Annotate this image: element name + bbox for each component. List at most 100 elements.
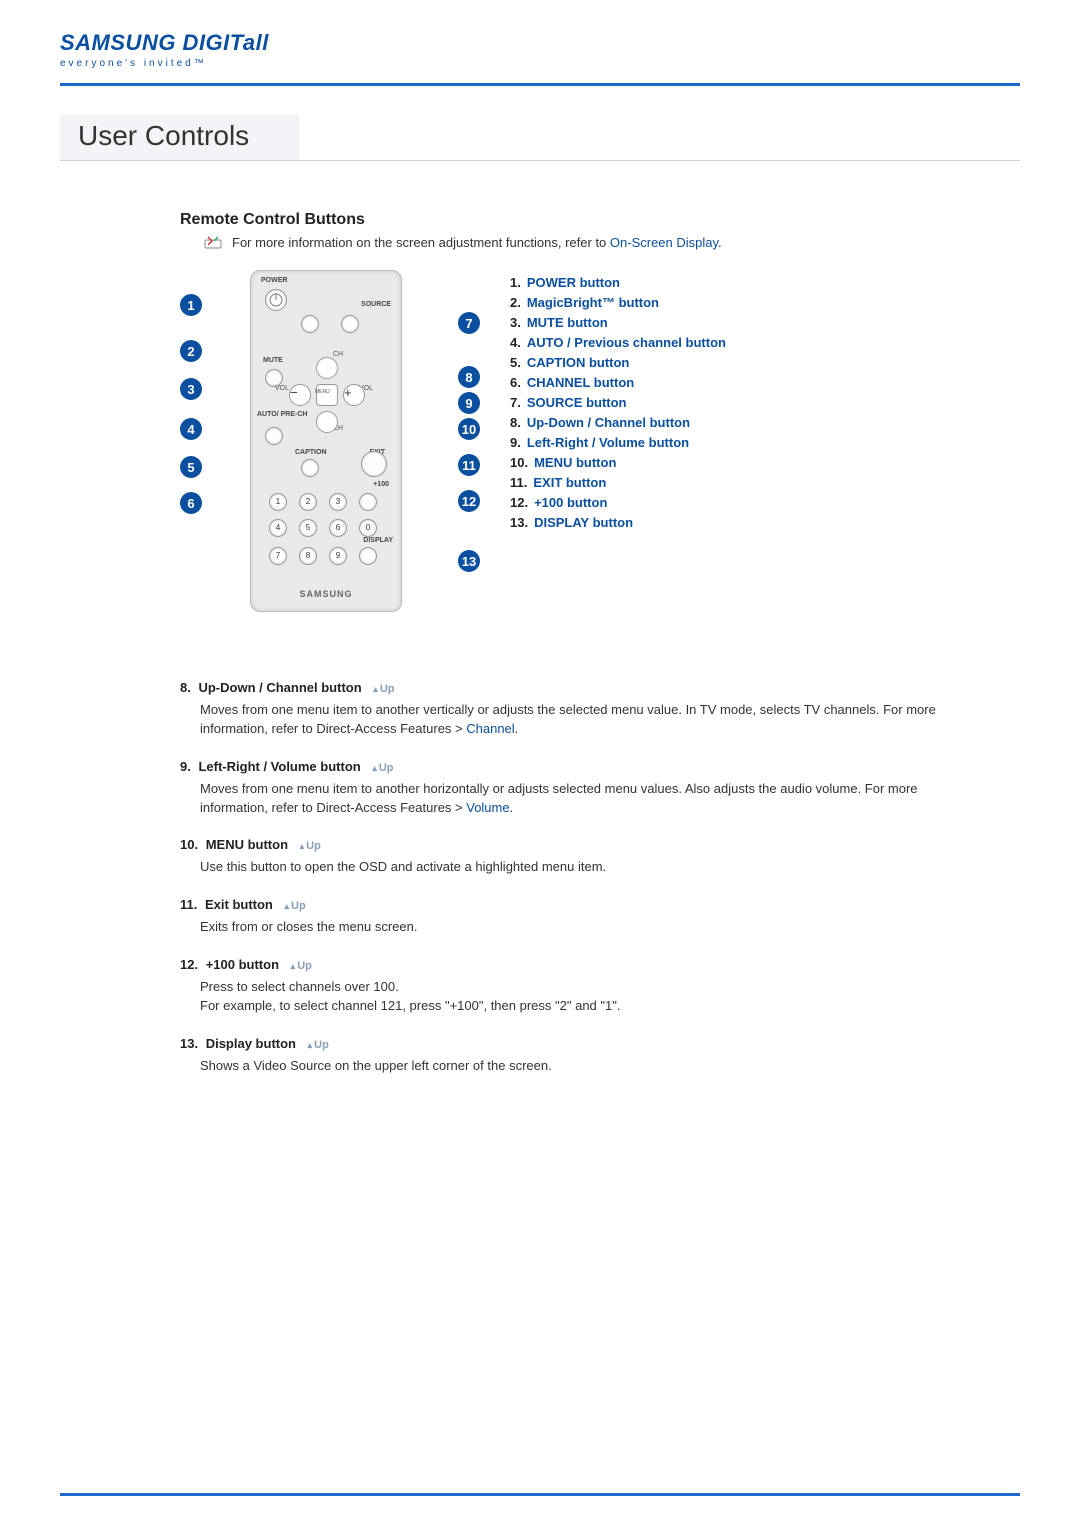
display-button-graphic <box>359 547 377 565</box>
desc-item-11: 11. Exit button Up Exits from or closes … <box>180 897 980 937</box>
auto-button-graphic <box>265 427 283 445</box>
page-title: User Controls <box>60 114 299 161</box>
page: SAMSUNG DIGITall everyone's invited™ Use… <box>0 0 1080 1528</box>
remote-illustration: 1 2 3 4 5 6 7 8 9 10 11 12 13 POWER SOUR… <box>180 270 480 620</box>
source-button-link[interactable]: SOURCE button <box>527 395 627 410</box>
plus100-button-link[interactable]: +100 button <box>534 495 607 510</box>
up-link[interactable]: Up <box>300 840 321 852</box>
desc-num: 13. <box>180 1036 198 1051</box>
desc-heading: 8. Up-Down / Channel button Up <box>180 680 980 695</box>
magicbright-button-graphic <box>301 315 319 333</box>
callout-13: 13 <box>458 550 480 572</box>
button-list-item: 13. DISPLAY button <box>510 515 726 530</box>
button-list-num: 8. <box>510 415 521 430</box>
callout-11: 11 <box>458 454 480 476</box>
info-note-text: For more information on the screen adjus… <box>232 235 722 250</box>
desc-item-10: 10. MENU button Up Use this button to op… <box>180 837 980 877</box>
numpad-8: 8 <box>299 547 317 565</box>
callout-3: 3 <box>180 378 202 400</box>
desc-num: 11. <box>180 897 197 912</box>
button-list-item: 9.Left-Right / Volume button <box>510 435 726 450</box>
desc-num: 10. <box>180 837 198 852</box>
dpad-right: + <box>343 384 365 406</box>
button-list-item: 2.MagicBright™ button <box>510 295 726 310</box>
mute-button-link[interactable]: MUTE button <box>527 315 608 330</box>
label-source: SOURCE <box>361 301 391 308</box>
button-list-num: 13. <box>510 515 528 530</box>
up-link[interactable]: Up <box>372 762 393 774</box>
display-button-link[interactable]: DISPLAY button <box>534 515 633 530</box>
info-note-after: . <box>718 235 722 250</box>
remote-body: POWER SOURCE MUTE CH VOL VOL CH − <box>250 270 402 612</box>
up-link[interactable]: Up <box>285 900 306 912</box>
callout-7: 7 <box>458 312 480 334</box>
desc-item-9: 9. Left-Right / Volume button Up Moves f… <box>180 759 980 818</box>
remote-brand-mark: SAMSUNG <box>251 589 401 599</box>
desc-num: 9. <box>180 759 191 774</box>
callout-2: 2 <box>180 340 202 362</box>
volume-link[interactable]: Volume <box>466 800 509 815</box>
button-list-num: 1. <box>510 275 521 290</box>
auto-button-link[interactable]: AUTO / Previous channel button <box>527 335 726 350</box>
desc-num: 12. <box>180 957 198 972</box>
magicbright-button-link[interactable]: MagicBright™ button <box>527 295 659 310</box>
info-icon <box>204 236 222 250</box>
button-list-num: 11. <box>510 475 527 490</box>
channel-button-link[interactable]: CHANNEL button <box>527 375 634 390</box>
dpad-up <box>316 357 338 379</box>
desc-body: Shows a Video Source on the upper left c… <box>200 1057 980 1076</box>
desc-title: MENU button <box>206 837 288 852</box>
leftright-button-link[interactable]: Left-Right / Volume button <box>527 435 689 450</box>
updown-button-link[interactable]: Up-Down / Channel button <box>527 415 690 430</box>
caption-button-link[interactable]: CAPTION button <box>527 355 630 370</box>
top-rule <box>60 83 1020 86</box>
desc-heading: 11. Exit button Up <box>180 897 980 912</box>
info-note-before: For more information on the screen adjus… <box>232 235 610 250</box>
label-power: POWER <box>261 277 287 284</box>
button-list-num: 7. <box>510 395 521 410</box>
desc-body: Press to select channels over 100. For e… <box>200 978 980 1016</box>
desc-num: 8. <box>180 680 191 695</box>
button-list-num: 4. <box>510 335 521 350</box>
callout-6: 6 <box>180 492 202 514</box>
desc-body-text: Shows a Video Source on the upper left c… <box>200 1058 552 1073</box>
label-ch-up: CH <box>333 351 343 358</box>
channel-link[interactable]: Channel <box>466 721 514 736</box>
label-auto: AUTO/ PRE-CH <box>257 411 307 418</box>
power-button-link[interactable]: POWER button <box>527 275 620 290</box>
label-mute: MUTE <box>263 357 283 364</box>
button-list-num: 10. <box>510 455 528 470</box>
button-list-item: 11. EXIT button <box>510 475 726 490</box>
up-link[interactable]: Up <box>373 683 394 695</box>
button-list-item: 12.+100 button <box>510 495 726 510</box>
desc-body-text: Press to select channels over 100. For e… <box>200 979 620 1013</box>
button-list-num: 3. <box>510 315 521 330</box>
numpad-3: 3 <box>329 493 347 511</box>
caption-button-graphic <box>301 459 319 477</box>
bottom-rule <box>60 1493 1020 1496</box>
dpad-down <box>316 411 338 433</box>
figure-row: 1 2 3 4 5 6 7 8 9 10 11 12 13 POWER SOUR… <box>180 270 980 620</box>
power-button-graphic <box>265 289 287 311</box>
callout-10: 10 <box>458 418 480 440</box>
source-button-graphic <box>341 315 359 333</box>
desc-body: Moves from one menu item to another vert… <box>200 701 980 739</box>
on-screen-display-link[interactable]: On-Screen Display <box>610 235 718 250</box>
exit-button-graphic <box>361 451 387 477</box>
desc-item-13: 13. Display button Up Shows a Video Sour… <box>180 1036 980 1076</box>
desc-body: Exits from or closes the menu screen. <box>200 918 980 937</box>
up-link[interactable]: Up <box>308 1039 329 1051</box>
callout-4: 4 <box>180 418 202 440</box>
desc-body-before: Moves from one menu item to another hori… <box>200 781 918 815</box>
label-caption: CAPTION <box>295 449 327 456</box>
numpad-7: 7 <box>269 547 287 565</box>
up-link[interactable]: Up <box>291 960 312 972</box>
exit-button-link[interactable]: EXIT button <box>533 475 606 490</box>
desc-body: Use this button to open the OSD and acti… <box>200 858 980 877</box>
button-list-num: 6. <box>510 375 521 390</box>
desc-heading: 10. MENU button Up <box>180 837 980 852</box>
plus100-button-graphic <box>359 493 377 511</box>
menu-button-link[interactable]: MENU button <box>534 455 616 470</box>
button-list-item: 7. SOURCE button <box>510 395 726 410</box>
callout-1: 1 <box>180 294 202 316</box>
